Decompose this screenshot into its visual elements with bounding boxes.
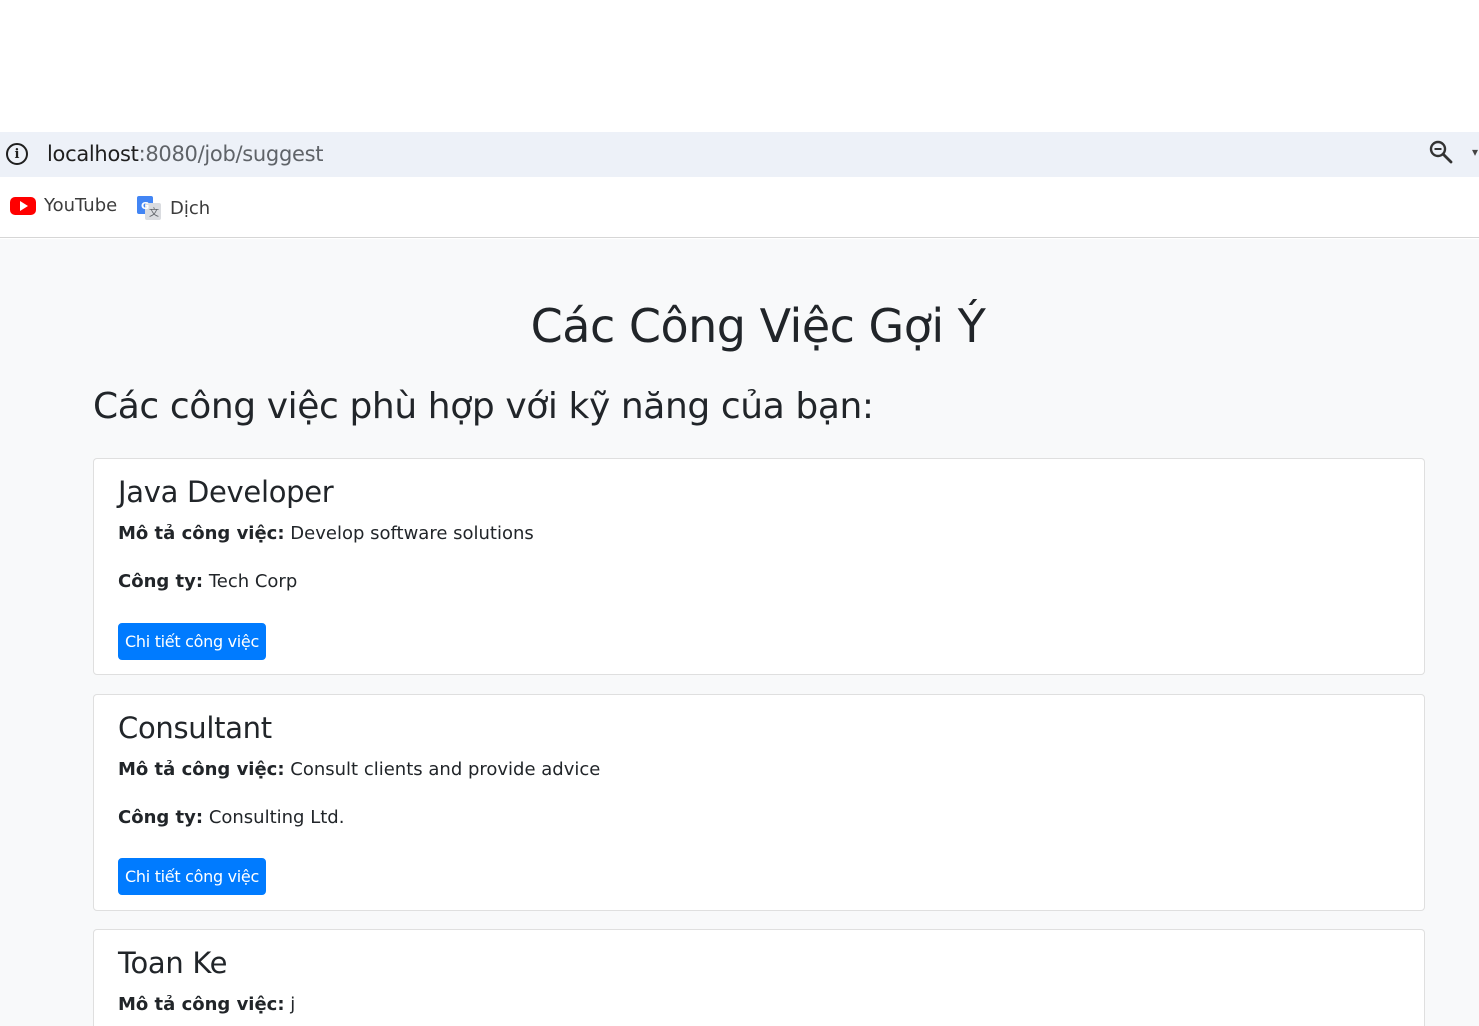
bookmarks-bar: YouTube G 文 Dịch <box>0 177 1479 238</box>
browser-top-area <box>0 0 1479 132</box>
job-title: Toan Ke <box>118 946 228 980</box>
job-description: Mô tả công việc: Develop software soluti… <box>118 523 534 544</box>
job-title: Java Developer <box>118 475 334 509</box>
description-value: Develop software solutions <box>290 523 534 544</box>
site-info-icon[interactable]: i <box>6 143 28 165</box>
section-heading: Các công việc phù hợp với kỹ năng của bạ… <box>93 386 874 427</box>
bookmark-translate[interactable]: G 文 Dịch <box>136 195 210 221</box>
job-detail-button[interactable]: Chi tiết công việc <box>118 858 266 895</box>
job-company: Công ty: Tech Corp <box>118 571 297 592</box>
svg-text:G: G <box>141 201 149 212</box>
bookmark-label: YouTube <box>44 195 118 216</box>
job-detail-button[interactable]: Chi tiết công việc <box>118 623 266 660</box>
zoom-icon[interactable] <box>1428 139 1454 165</box>
youtube-icon <box>10 196 36 215</box>
description-value: j <box>290 994 296 1015</box>
description-value: Consult clients and provide advice <box>290 759 601 780</box>
job-card: Consultant Mô tả công việc: Consult clie… <box>93 694 1425 911</box>
page-content: Các Công Việc Gợi Ý Các công việc phù hợ… <box>0 239 1479 1026</box>
description-label: Mô tả công việc: <box>118 759 285 780</box>
address-bar[interactable]: i localhost:8080/job/suggest <box>0 132 1479 177</box>
url-host: localhost <box>47 142 139 166</box>
job-title: Consultant <box>118 711 272 745</box>
job-description: Mô tả công việc: Consult clients and pro… <box>118 759 600 780</box>
page-title: Các Công Việc Gợi Ý <box>530 299 986 353</box>
company-label: Công ty: <box>118 571 204 592</box>
job-card: Java Developer Mô tả công việc: Develop … <box>93 458 1425 675</box>
url-path: :8080/job/suggest <box>138 142 324 166</box>
google-translate-icon: G 文 <box>137 196 161 220</box>
job-description: Mô tả công việc: j <box>118 994 295 1015</box>
bookmark-youtube[interactable]: YouTube <box>10 195 117 216</box>
description-label: Mô tả công việc: <box>118 523 285 544</box>
url-text[interactable]: localhost:8080/job/suggest <box>47 142 323 166</box>
svg-text:文: 文 <box>149 206 159 219</box>
company-label: Công ty: <box>118 807 204 828</box>
job-card: Toan Ke Mô tả công việc: j <box>93 929 1425 1026</box>
bookmark-label: Dịch <box>170 197 211 219</box>
description-label: Mô tả công việc: <box>118 994 285 1015</box>
job-company: Công ty: Consulting Ltd. <box>118 807 344 828</box>
company-value: Tech Corp <box>208 571 298 592</box>
company-value: Consulting Ltd. <box>208 807 345 828</box>
chevron-down-icon[interactable]: ▾ <box>1472 145 1479 159</box>
